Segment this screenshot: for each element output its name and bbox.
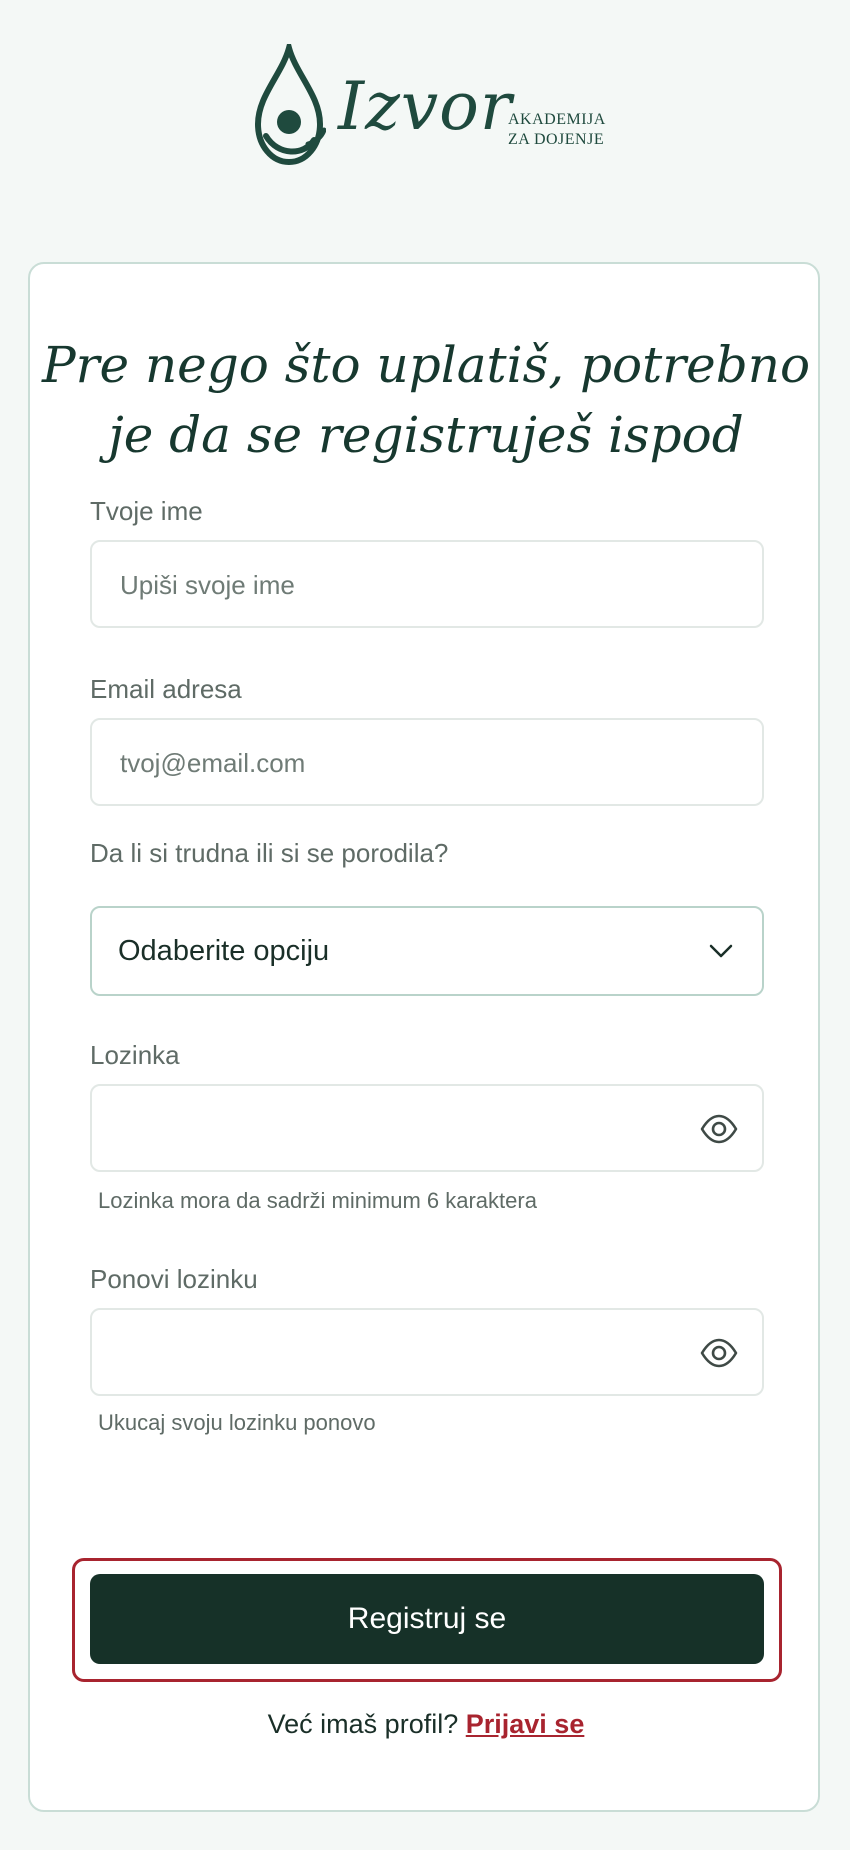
- login-prompt-text: Već imaš profil?: [267, 1709, 459, 1739]
- status-select-value: Odaberite opciju: [118, 935, 330, 967]
- name-input[interactable]: [118, 542, 722, 628]
- registration-card: Pre nego što uplatiš, potrebno je da se …: [28, 262, 820, 1812]
- login-link[interactable]: Prijavi se: [466, 1709, 585, 1739]
- status-label: Da li si trudna ili si se porodila?: [90, 838, 449, 868]
- repeat-password-hint: Ukucaj svoju lozinku ponovo: [98, 1410, 376, 1435]
- email-field[interactable]: [90, 718, 764, 806]
- register-button[interactable]: Registruj se: [90, 1574, 764, 1664]
- repeat-password-field[interactable]: [90, 1308, 764, 1396]
- eye-icon[interactable]: [700, 1336, 738, 1370]
- repeat-password-input[interactable]: [118, 1310, 722, 1396]
- logo-subtitle-line: AKADEMIJA: [508, 111, 606, 128]
- email-input[interactable]: [118, 720, 722, 806]
- logo-subtitle-line: ZA DOJENJE: [508, 131, 605, 148]
- name-field[interactable]: [90, 540, 764, 628]
- password-label: Lozinka: [90, 1040, 180, 1070]
- brand-logo: Izvor AKADEMIJA ZA DOJENJE: [0, 44, 850, 166]
- logo-wordmark: Izvor: [338, 68, 513, 145]
- eye-icon[interactable]: [700, 1112, 738, 1146]
- email-label: Email adresa: [90, 674, 242, 704]
- repeat-password-label: Ponovi lozinku: [90, 1264, 258, 1294]
- password-input[interactable]: [118, 1086, 722, 1172]
- logo-subtitle: AKADEMIJA ZA DOJENJE: [508, 110, 606, 150]
- water-drop-icon: [254, 44, 326, 166]
- status-select[interactable]: Odaberite opciju: [90, 906, 764, 996]
- login-prompt: Već imaš profil? Prijavi se: [30, 1709, 822, 1740]
- name-label: Tvoje ime: [90, 496, 203, 526]
- password-field[interactable]: [90, 1084, 764, 1172]
- password-hint: Lozinka mora da sadrži minimum 6 karakte…: [98, 1188, 537, 1213]
- chevron-down-icon: [709, 944, 733, 958]
- page-title: Pre nego što uplatiš, potrebno je da se …: [41, 336, 811, 464]
